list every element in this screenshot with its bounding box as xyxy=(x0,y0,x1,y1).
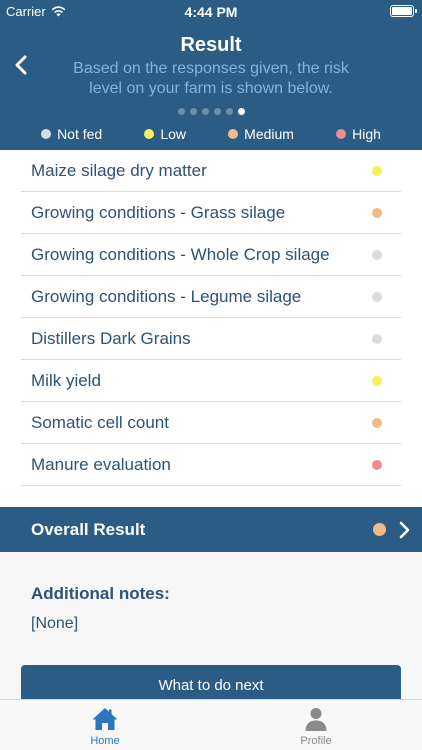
tab-label: Home xyxy=(90,735,120,747)
page-dot xyxy=(225,108,233,115)
result-row[interactable]: Distillers Dark Grains xyxy=(21,318,401,360)
risk-indicator-dot xyxy=(372,417,382,428)
page-dot xyxy=(201,108,209,115)
navigation-header: Carrier 4:44 PM Result Based on the resp… xyxy=(0,0,422,150)
risk-legend: Not fed Low Medium High xyxy=(0,126,422,142)
legend-item-not-fed: Not fed xyxy=(41,126,102,142)
risk-indicator-dot xyxy=(372,333,382,344)
legend-label: Low xyxy=(160,126,187,142)
legend-label: Medium xyxy=(244,126,294,142)
risk-indicator-dot xyxy=(372,249,382,260)
additional-notes-value: [None] xyxy=(31,615,79,632)
legend-dot xyxy=(144,129,155,139)
legend-label: Not fed xyxy=(57,126,103,142)
page-dot xyxy=(213,108,221,115)
page-dot xyxy=(189,108,197,115)
status-bar: Carrier 4:44 PM xyxy=(0,0,422,22)
legend-item-medium: Medium xyxy=(228,126,294,142)
chevron-right-icon xyxy=(399,521,410,538)
result-row[interactable]: Somatic cell count xyxy=(21,402,401,444)
result-label: Maize silage dry matter xyxy=(31,160,207,180)
legend-dot xyxy=(228,129,239,139)
tab-label: Profile xyxy=(300,735,332,747)
page-dot xyxy=(237,108,245,115)
risk-indicator-dot xyxy=(372,207,382,218)
risk-indicator-dot xyxy=(372,291,382,302)
result-label: Distillers Dark Grains xyxy=(31,328,191,348)
result-label: Growing conditions - Grass silage xyxy=(31,202,286,222)
risk-indicator-dot xyxy=(372,375,382,386)
chevron-left-icon xyxy=(15,55,27,75)
result-row[interactable]: Growing conditions - Legume silage xyxy=(21,276,401,318)
result-row[interactable]: Growing conditions - Grass silage xyxy=(21,192,401,234)
tab-profile[interactable]: Profile xyxy=(271,706,361,747)
page-indicator xyxy=(0,108,422,115)
result-row[interactable]: Growing conditions - Whole Crop silage xyxy=(21,234,401,276)
overall-result-row[interactable]: Overall Result xyxy=(0,507,422,552)
result-label: Growing conditions - Legume silage xyxy=(31,286,302,306)
legend-label: High xyxy=(352,126,381,142)
page-subtitle: Based on the responses given, the risk l… xyxy=(73,60,349,97)
result-row[interactable]: Milk yield xyxy=(21,360,401,402)
status-time: 4:44 PM xyxy=(184,4,238,20)
tab-home[interactable]: Home xyxy=(60,706,150,747)
page-title: Result xyxy=(180,34,242,56)
result-label: Growing conditions - Whole Crop silage xyxy=(31,244,330,264)
result-row[interactable]: Manure evaluation xyxy=(21,444,401,486)
result-row[interactable]: Maize silage dry matter xyxy=(21,150,401,192)
legend-item-low: Low xyxy=(144,126,186,142)
legend-item-high: High xyxy=(336,126,381,142)
overall-result-label: Overall Result xyxy=(31,519,146,539)
risk-indicator-dot xyxy=(372,459,382,470)
legend-dot xyxy=(336,129,347,139)
additional-notes-heading: Additional notes: xyxy=(31,584,170,603)
legend-dot xyxy=(41,129,52,139)
risk-indicator-dot xyxy=(372,165,382,176)
tab-bar: Home Profile xyxy=(0,699,422,750)
result-label: Manure evaluation xyxy=(31,454,171,474)
battery-icon xyxy=(390,5,417,17)
result-label: Milk yield xyxy=(31,370,101,390)
page-dot xyxy=(177,108,185,115)
results-list: Maize silage dry matter Growing conditio… xyxy=(0,150,422,507)
result-label: Somatic cell count xyxy=(31,412,169,432)
home-icon xyxy=(92,708,118,730)
overall-risk-dot xyxy=(373,523,386,536)
person-icon xyxy=(305,708,327,731)
